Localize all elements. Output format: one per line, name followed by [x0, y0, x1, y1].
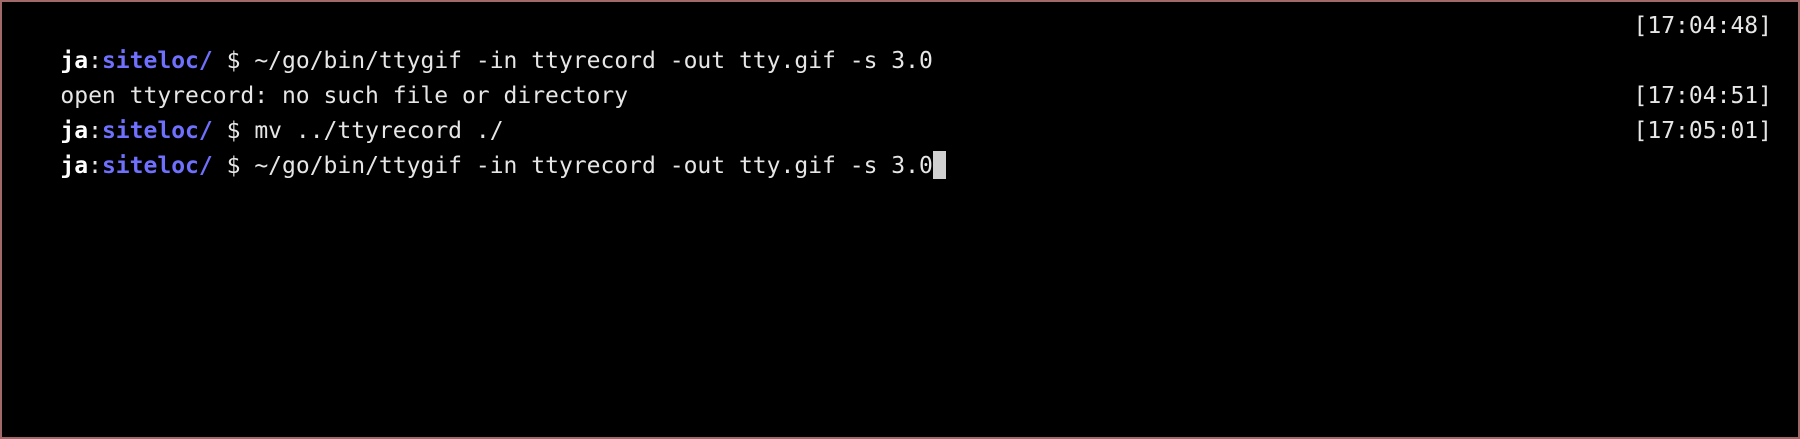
prompt-symbol: $	[226, 153, 241, 179]
terminal-window[interactable]: ja:siteloc/ $ ~/go/bin/ttygif -in ttyrec…	[0, 0, 1800, 439]
timestamp: [17:05:01]	[1633, 118, 1772, 144]
terminal-line-2: open ttyrecord: no such file or director…	[5, 44, 1772, 109]
terminal-line-3: ja:siteloc/ $ mv ../ttyrecord ./ [17:04:…	[5, 79, 1772, 144]
terminal-line-4[interactable]: ja:siteloc/ $ ~/go/bin/ttygif -in ttyrec…	[5, 114, 1772, 179]
prompt-directory: siteloc/	[101, 153, 213, 179]
text-cursor	[932, 151, 946, 179]
timestamp: [17:04:51]	[1633, 83, 1772, 109]
terminal-line-1: ja:siteloc/ $ ~/go/bin/ttygif -in ttyrec…	[5, 9, 1772, 74]
command-input[interactable]: ~/go/bin/ttygif -in ttyrecord -out tty.g…	[254, 153, 933, 179]
prompt-separator: :	[88, 153, 102, 179]
prompt-user: ja	[60, 153, 89, 179]
timestamp: [17:04:48]	[1633, 13, 1772, 39]
